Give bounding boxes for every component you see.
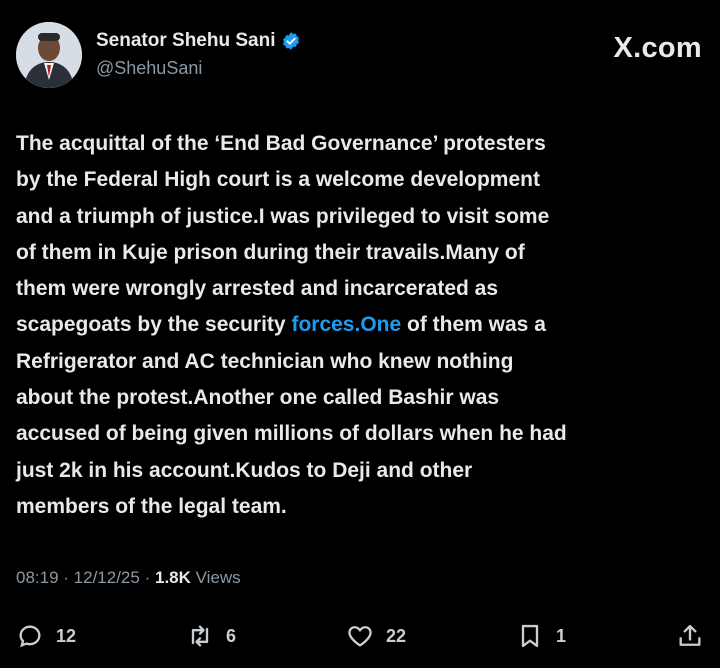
post-time[interactable]: 08:19	[16, 568, 59, 587]
meta-separator: ·	[144, 568, 155, 587]
share-button[interactable]	[676, 622, 704, 650]
reply-button[interactable]: 12	[16, 622, 76, 650]
post-line: them were wrongly arrested and incarcera…	[16, 277, 499, 301]
inline-link[interactable]: forces.One	[291, 313, 401, 336]
brand-logo: X.com	[613, 32, 702, 64]
post-meta: 08:19 · 12/12/25 · 1.8K Views	[16, 568, 241, 588]
bookmark-icon	[521, 624, 539, 648]
post-line: Refrigerator and AC technician who knew …	[16, 349, 514, 373]
post-line: members of the legal team.	[16, 494, 287, 518]
reply-icon	[19, 625, 41, 648]
views-label: Views	[195, 568, 241, 587]
avatar-icon	[16, 22, 82, 88]
share-icon	[679, 624, 701, 646]
repost-count: 6	[226, 625, 237, 646]
avatar[interactable]	[16, 22, 82, 88]
post-header: Senator Shehu Sani @ShehuSani X.com	[16, 22, 702, 92]
reply-count: 12	[56, 625, 77, 646]
post-line: about the protest.Another one called Bas…	[16, 386, 500, 410]
post-text: The acquittal of the ‘End Bad Governance…	[16, 126, 716, 525]
post-line: The acquittal of the ‘End Bad Governance…	[16, 132, 546, 155]
bookmark-count: 1	[555, 625, 566, 646]
like-count: 22	[385, 625, 407, 646]
post-line: just 2k in his account.Kudos to Deji and…	[16, 458, 473, 482]
repost-button[interactable]: 6	[186, 622, 236, 650]
post-line: of them in Kuje prison during their trav…	[16, 240, 525, 264]
author-name-row: Senator Shehu Sani	[96, 30, 301, 52]
post-date[interactable]: 12/12/25	[74, 568, 140, 587]
action-bar: 12 6 22 1	[16, 618, 704, 654]
post-line: by the Federal High court is a welcome d…	[16, 168, 540, 192]
repost-icon	[191, 625, 209, 647]
verified-badge-icon	[283, 32, 300, 50]
post-line: scapegoats by the security forces.One of…	[16, 313, 546, 337]
heart-icon	[348, 626, 372, 647]
like-button[interactable]: 22	[346, 622, 406, 650]
author-handle[interactable]: @ShehuSani	[96, 58, 202, 79]
bookmark-button[interactable]: 1	[516, 622, 566, 650]
meta-separator: ·	[63, 568, 74, 587]
views-count: 1.8K	[154, 568, 191, 587]
post-line: and a triumph of justice.I was privilege…	[16, 204, 550, 228]
post-line: accused of being given millions of dolla…	[16, 422, 567, 446]
author-name[interactable]: Senator Shehu Sani	[96, 30, 275, 52]
